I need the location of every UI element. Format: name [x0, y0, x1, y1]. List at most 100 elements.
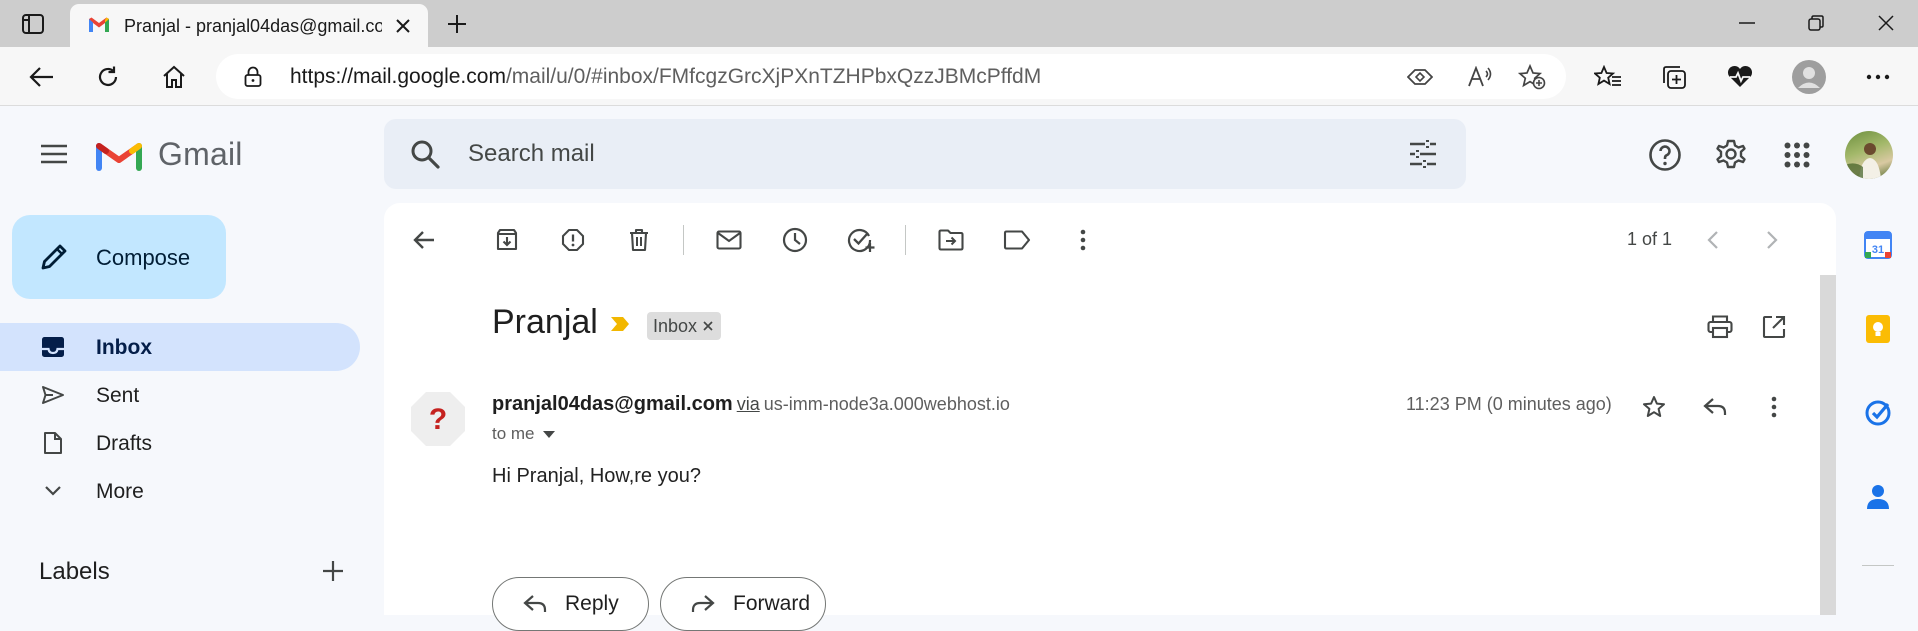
svg-text:31: 31 — [1872, 244, 1884, 256]
sidebar-item-more[interactable]: More — [0, 467, 360, 515]
back-icon[interactable] — [22, 57, 62, 97]
tab-close-icon[interactable] — [392, 15, 414, 37]
window-close-icon[interactable] — [1864, 8, 1908, 38]
forward-label: Forward — [733, 592, 811, 615]
minimize-icon[interactable] — [1725, 8, 1769, 38]
tab-actions-icon[interactable] — [18, 10, 48, 38]
restore-icon[interactable] — [1794, 8, 1838, 38]
profile-icon[interactable] — [1789, 57, 1829, 97]
sender-line: pranjal04das@gmail.com via us-imm-node3a.0… — [492, 393, 1010, 416]
pagination-count: 1 of 1 — [1627, 229, 1673, 249]
search-icon[interactable] — [410, 139, 440, 169]
label-tag-icon[interactable] — [997, 220, 1037, 260]
settings-more-icon[interactable] — [1858, 57, 1898, 97]
sidebar-item-label: More — [96, 480, 144, 503]
side-panel-divider — [1862, 565, 1894, 566]
reply-arrow-icon — [523, 594, 547, 614]
main-menu-icon[interactable] — [36, 136, 72, 172]
collections-icon[interactable] — [1654, 57, 1694, 97]
forward-arrow-icon — [691, 594, 715, 614]
forward-button[interactable]: Forward — [660, 577, 826, 631]
svg-text:?: ? — [429, 403, 447, 436]
gmail-logo-text[interactable]: Gmail — [158, 136, 243, 173]
sidebar-item-label: Inbox — [96, 336, 152, 359]
pencil-icon — [40, 241, 70, 271]
sender-email[interactable]: pranjal04das@gmail.com — [492, 393, 733, 415]
compose-button[interactable]: Compose — [12, 215, 226, 299]
add-to-tasks-icon[interactable] — [841, 220, 881, 260]
help-icon[interactable] — [1645, 135, 1685, 175]
mark-unread-icon[interactable] — [709, 220, 749, 260]
url-text: https://mail.google.com/mail/u/0/#inbox/… — [290, 65, 1041, 89]
contacts-icon[interactable] — [1862, 481, 1894, 513]
print-icon[interactable] — [1702, 309, 1738, 345]
tasks-icon[interactable] — [1862, 397, 1894, 429]
remove-label-icon[interactable] — [703, 321, 713, 331]
reply-button[interactable]: Reply — [492, 577, 649, 631]
gmail-favicon-icon — [88, 16, 110, 33]
newer-chevron-left-icon[interactable] — [1693, 220, 1733, 260]
caret-down-icon[interactable] — [542, 430, 555, 438]
inbox-label-chip: Inbox — [647, 312, 722, 340]
reply-label: Reply — [565, 592, 619, 615]
importance-marker-icon[interactable] — [610, 316, 630, 332]
move-to-icon[interactable] — [931, 220, 971, 260]
draft-icon — [40, 431, 66, 455]
lock-icon[interactable] — [244, 66, 262, 88]
browser-essentials-icon[interactable] — [1720, 57, 1760, 97]
immersive-reader-icon[interactable] — [1404, 64, 1436, 90]
sidebar-item-label: Drafts — [96, 432, 153, 455]
message-timestamp: 11:23 PM (0 minutes ago) — [1406, 394, 1612, 414]
more-options-icon[interactable] — [1063, 220, 1103, 260]
google-apps-icon[interactable] — [1777, 135, 1817, 175]
toolbar-divider — [683, 225, 684, 255]
scrollbar[interactable] — [1820, 275, 1836, 615]
reload-icon[interactable] — [88, 57, 128, 97]
reply-icon[interactable] — [1697, 389, 1733, 425]
report-spam-icon[interactable] — [553, 220, 593, 260]
keep-icon[interactable] — [1862, 313, 1894, 345]
message-more-icon[interactable] — [1756, 389, 1792, 425]
settings-gear-icon[interactable] — [1711, 135, 1751, 175]
home-icon[interactable] — [154, 57, 194, 97]
create-label-icon[interactable] — [318, 556, 348, 586]
address-bar[interactable]: https://mail.google.com/mail/u/0/#inbox/… — [216, 54, 1566, 99]
recipient-details[interactable]: to me — [492, 424, 555, 444]
search-options-icon[interactable] — [1408, 139, 1438, 169]
message-view: 1 of 1 Pranjal Inbox ? pranjal04das@gmai… — [384, 203, 1836, 631]
add-favorite-icon[interactable] — [1516, 64, 1548, 90]
url-path: /mail/u/0/#inbox/FMfcgzGrcXjPXnTZHPbxQzz… — [505, 65, 1042, 88]
search-input[interactable] — [468, 136, 1268, 172]
send-icon — [40, 383, 66, 407]
tab-title: Pranjal - pranjal04das@gmail.com — [124, 16, 382, 36]
browser-tab-strip: Pranjal - pranjal04das@gmail.com — [0, 0, 1918, 47]
star-icon[interactable] — [1636, 389, 1672, 425]
calendar-icon[interactable]: 31 — [1862, 229, 1894, 261]
label-chip-text: Inbox — [653, 315, 698, 336]
account-avatar[interactable] — [1845, 131, 1893, 179]
archive-icon[interactable] — [487, 220, 527, 260]
sidebar-item-label: Sent — [96, 384, 140, 407]
snooze-icon[interactable] — [775, 220, 815, 260]
delete-icon[interactable] — [619, 220, 659, 260]
older-chevron-right-icon[interactable] — [1752, 220, 1792, 260]
new-tab-icon[interactable] — [442, 10, 472, 38]
browser-tab-active[interactable]: Pranjal - pranjal04das@gmail.com — [70, 4, 428, 47]
toolbar-divider — [905, 225, 906, 255]
sidebar-item-sent[interactable]: Sent — [0, 371, 360, 419]
chevron-down-icon — [40, 479, 66, 503]
sender-avatar-icon: ? — [408, 389, 468, 449]
email-subject: Pranjal — [492, 303, 598, 341]
sidebar-item-inbox[interactable]: Inbox — [0, 323, 360, 371]
recipient-text: to me — [492, 424, 535, 443]
labels-heading: Labels — [39, 558, 110, 585]
via-link[interactable]: via — [737, 394, 760, 414]
search-bar[interactable] — [384, 119, 1466, 189]
back-to-inbox-icon[interactable] — [404, 220, 444, 260]
compose-label: Compose — [96, 245, 191, 270]
sidebar-item-drafts[interactable]: Drafts — [0, 419, 360, 467]
gmail-logo-icon[interactable] — [96, 137, 142, 171]
open-in-new-window-icon[interactable] — [1756, 309, 1792, 345]
favorites-icon[interactable] — [1588, 57, 1628, 97]
read-aloud-icon[interactable] — [1464, 64, 1496, 90]
